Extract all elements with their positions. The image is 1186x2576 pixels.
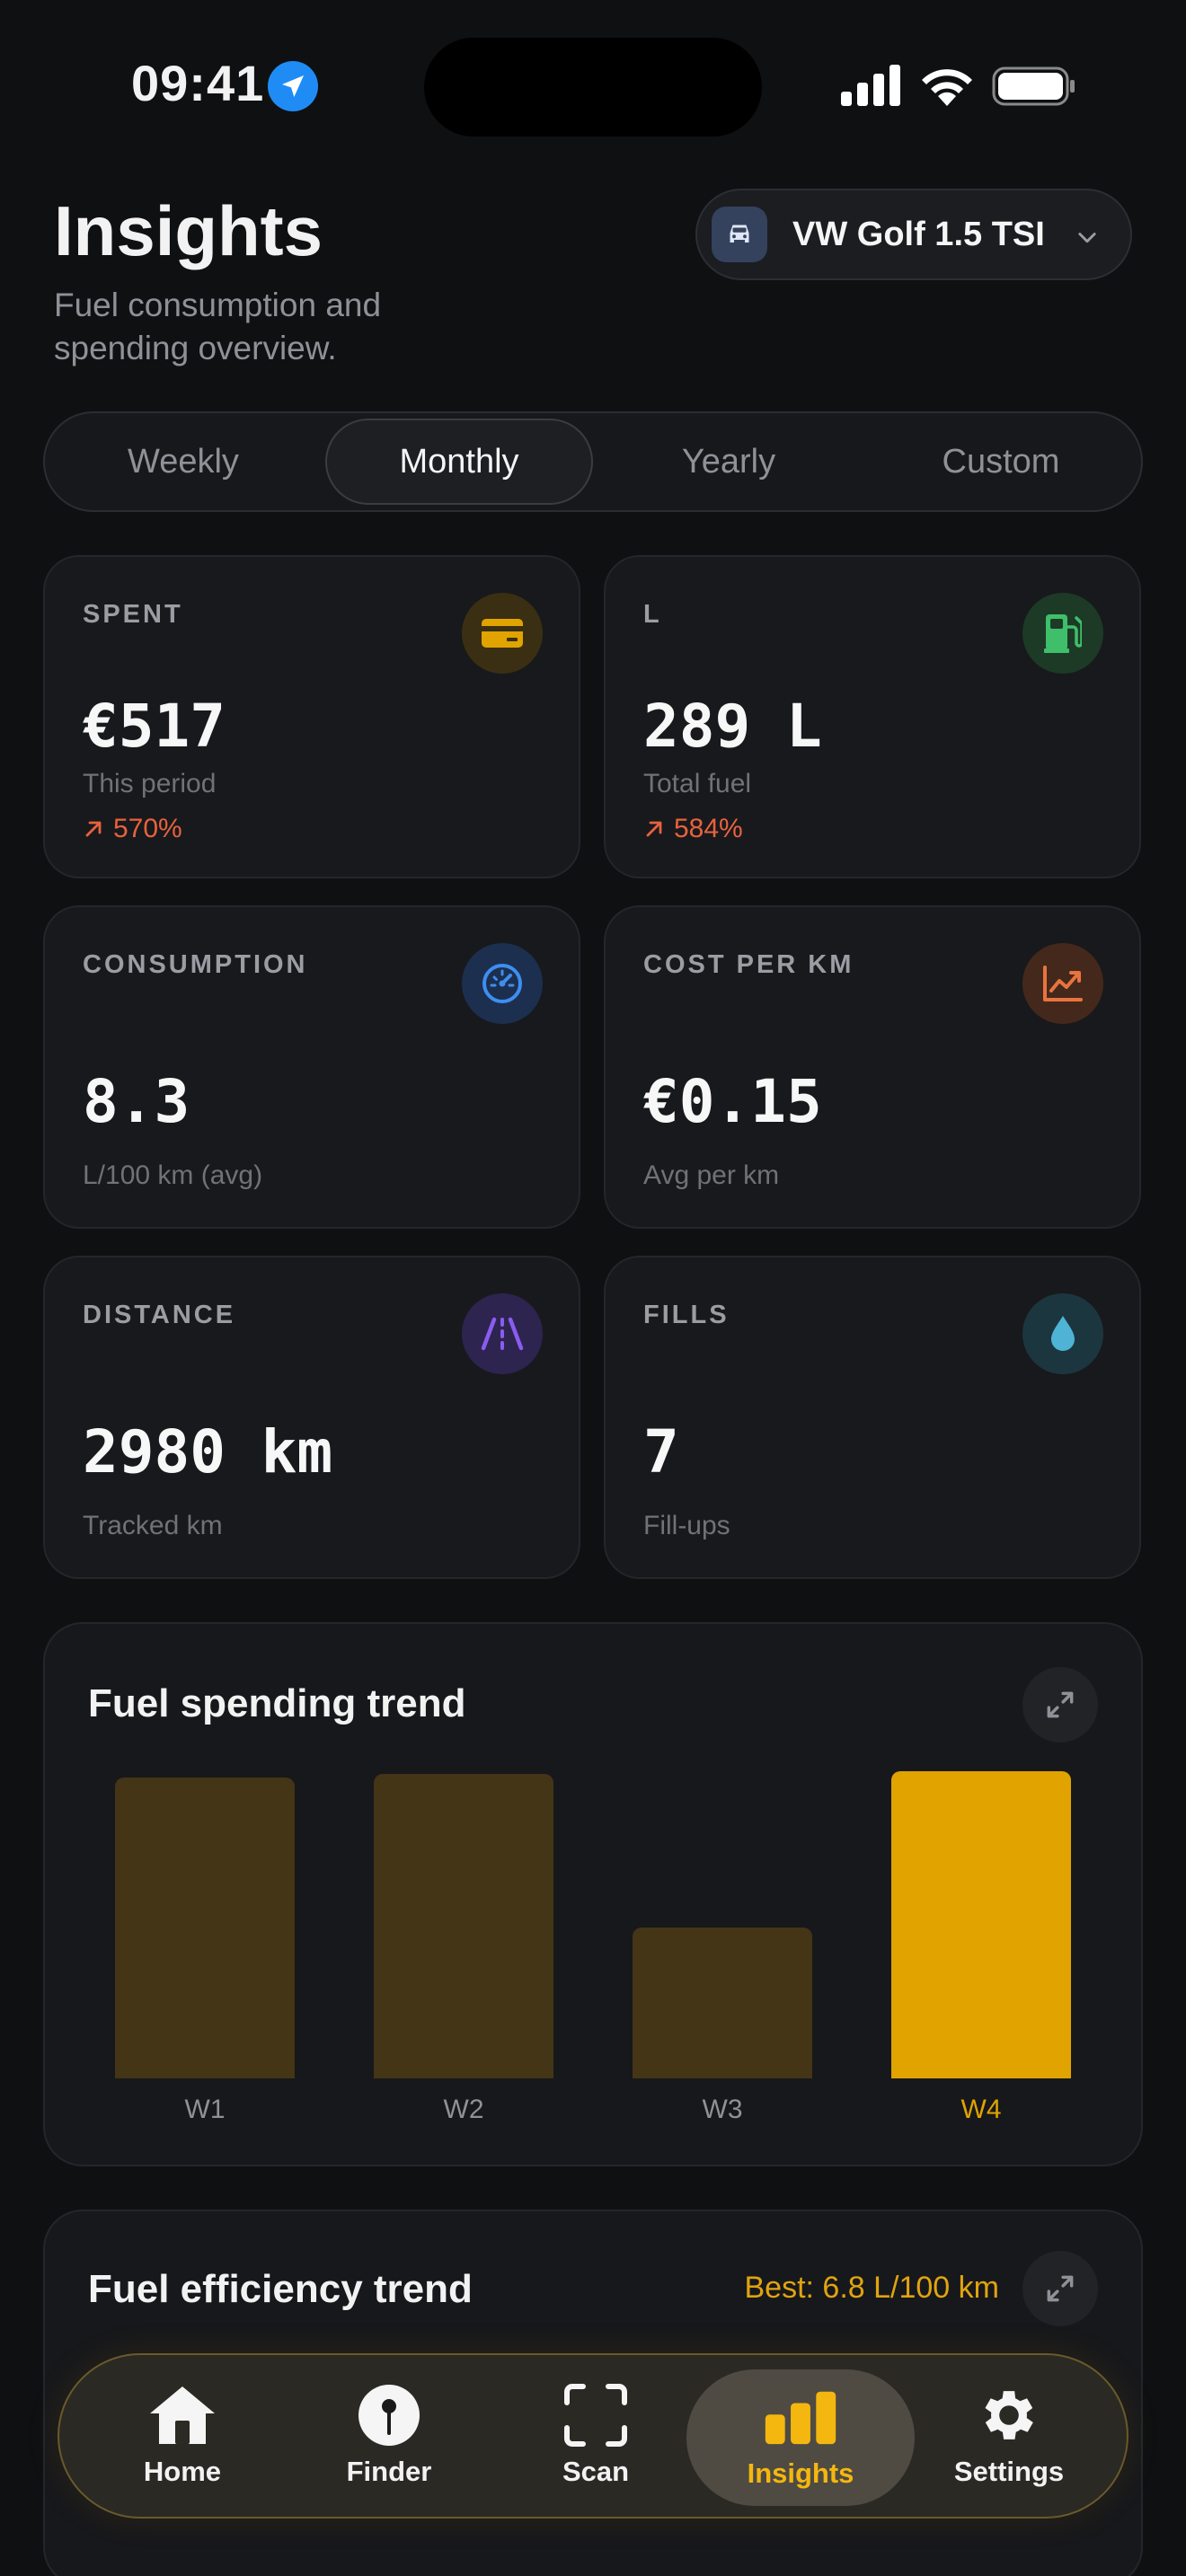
chart-bar[interactable] xyxy=(115,1778,295,2078)
x-tick-label: W1 xyxy=(184,2095,226,2124)
home-icon xyxy=(146,2382,219,2448)
tab-insights[interactable]: Insights xyxy=(686,2369,915,2506)
chart-bar[interactable] xyxy=(633,1928,812,2078)
speedometer-icon xyxy=(462,943,543,1024)
credit-card-icon xyxy=(462,593,543,674)
bottom-tab-bar: Home Finder Scan Insights Settings xyxy=(58,2353,1128,2519)
page-title: Insights xyxy=(54,191,323,270)
card-value: 2980 km xyxy=(83,1417,333,1486)
wifi-icon xyxy=(922,69,972,106)
tab-finder[interactable]: Finder xyxy=(286,2355,492,2517)
best-efficiency-label: Best: 6.8 L/100 km xyxy=(744,2271,1000,2305)
card-sub: Avg per km xyxy=(643,1160,780,1190)
road-icon xyxy=(462,1293,543,1374)
trend-value: 584% xyxy=(674,814,743,843)
tab-label: Home xyxy=(143,2456,222,2487)
tab-home[interactable]: Home xyxy=(79,2355,286,2517)
tab-weekly[interactable]: Weekly xyxy=(50,419,316,505)
tab-custom[interactable]: Custom xyxy=(866,419,1136,505)
status-time: 09:41 xyxy=(131,55,265,111)
scan-icon xyxy=(559,2382,633,2448)
stat-card-cost-per-km[interactable]: COST PER KM €0.15 Avg per km xyxy=(604,905,1141,1229)
stat-card-distance[interactable]: DISTANCE 2980 km Tracked km xyxy=(43,1256,580,1579)
stat-card-spent[interactable]: SPENT €517 This period 570% xyxy=(43,555,580,878)
tab-yearly[interactable]: Yearly xyxy=(595,419,863,505)
x-tick-label: W4 xyxy=(960,2095,1002,2124)
expand-chart-button[interactable] xyxy=(1022,1667,1098,1742)
fuel-pump-icon xyxy=(1022,593,1103,674)
status-bar: 09:41 xyxy=(0,0,1186,171)
tab-label: Insights xyxy=(747,2457,854,2489)
page-subtitle: Fuel consumption and spending overview. xyxy=(54,287,382,366)
tab-scan[interactable]: Scan xyxy=(492,2355,699,2517)
droplet-icon xyxy=(1022,1293,1103,1374)
chart-title: Fuel efficiency trend xyxy=(88,2267,473,2311)
card-value: €0.15 xyxy=(643,1067,822,1136)
card-label: SPENT xyxy=(83,600,183,629)
trend-up-arrow-icon xyxy=(85,821,102,837)
card-sub: Tracked km xyxy=(83,1511,223,1540)
stat-card-consumption[interactable]: CONSUMPTION 8.3 L/100 km (avg) xyxy=(43,905,580,1229)
card-value: 289 L xyxy=(643,692,822,761)
gear-icon xyxy=(972,2382,1046,2448)
card-value: 8.3 xyxy=(83,1067,190,1136)
location-arrow-icon xyxy=(268,61,318,111)
battery-icon xyxy=(992,66,1075,106)
expand-icon xyxy=(1047,1691,1074,1718)
card-sub: This period xyxy=(83,769,217,798)
card-label: CONSUMPTION xyxy=(83,950,308,979)
tab-settings[interactable]: Settings xyxy=(906,2355,1112,2517)
trend-indicator: 584% xyxy=(643,814,743,844)
card-sub: Fill-ups xyxy=(643,1511,730,1540)
stat-card-fuel[interactable]: L 289 L Total fuel 584% xyxy=(604,555,1141,878)
vehicle-name: VW Golf 1.5 TSI xyxy=(792,215,1045,253)
card-sub: L/100 km (avg) xyxy=(83,1160,263,1190)
pin-icon xyxy=(352,2382,426,2448)
spending-chart-panel: Fuel spending trend W1 W2 W3 W4 xyxy=(43,1622,1143,2166)
chart-bar[interactable] xyxy=(891,1771,1071,2078)
bar-chart-icon xyxy=(764,2384,837,2450)
tab-label: Finder xyxy=(346,2456,432,2487)
chevron-down-icon xyxy=(1078,233,1096,243)
expand-icon xyxy=(1047,2275,1074,2302)
tab-monthly[interactable]: Monthly xyxy=(325,419,593,505)
tab-label: Scan xyxy=(562,2456,630,2487)
card-label: FILLS xyxy=(643,1301,730,1329)
expand-chart-button[interactable] xyxy=(1022,2251,1098,2326)
card-value: 7 xyxy=(643,1417,679,1486)
card-label: DISTANCE xyxy=(83,1301,236,1329)
trend-value: 570% xyxy=(113,814,182,843)
card-label: COST PER KM xyxy=(643,950,854,979)
trend-indicator: 570% xyxy=(83,814,182,844)
vehicle-selector[interactable]: VW Golf 1.5 TSI xyxy=(695,189,1132,280)
card-label: L xyxy=(643,600,662,629)
trend-up-arrow-icon xyxy=(646,821,662,837)
tab-label: Settings xyxy=(953,2456,1065,2487)
x-tick-label: W3 xyxy=(702,2095,743,2124)
card-sub: Total fuel xyxy=(643,769,752,798)
car-icon xyxy=(712,207,767,262)
x-tick-label: W2 xyxy=(443,2095,484,2124)
stat-card-fills[interactable]: FILLS 7 Fill-ups xyxy=(604,1256,1141,1579)
period-segmented-control: Weekly Monthly Yearly Custom xyxy=(43,411,1143,512)
chart-title: Fuel spending trend xyxy=(88,1681,466,1725)
chart-bar[interactable] xyxy=(374,1774,553,2078)
card-value: €517 xyxy=(83,692,226,761)
cellular-signal-icon xyxy=(841,65,900,106)
dynamic-island xyxy=(424,38,762,137)
trend-chart-icon xyxy=(1022,943,1103,1024)
